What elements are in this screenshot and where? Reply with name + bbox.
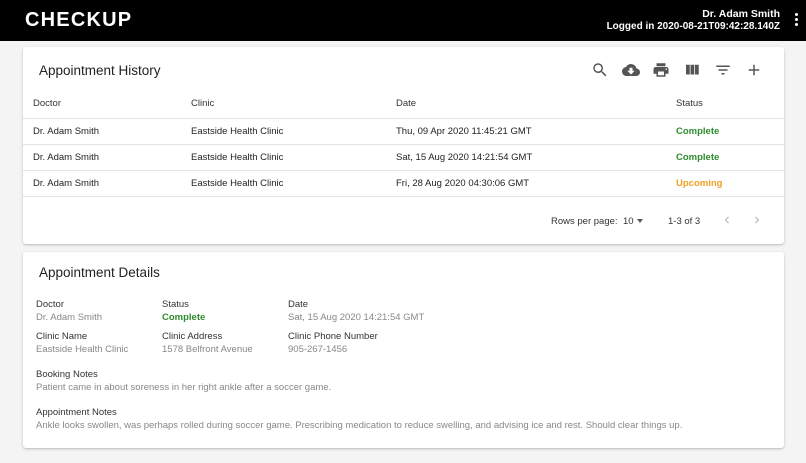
print-icon[interactable] bbox=[652, 61, 670, 79]
detail-clinic-phone: Clinic Phone Number 905-267-1456 bbox=[288, 331, 378, 355]
detail-value: 905-267-1456 bbox=[288, 344, 348, 355]
appointment-history-title: Appointment History bbox=[39, 63, 161, 78]
view-column-icon[interactable] bbox=[683, 61, 701, 79]
top-app-bar: CHECKUP Dr. Adam Smith Logged in 2020-08… bbox=[0, 0, 806, 41]
detail-date: Date Sat, 15 Aug 2020 14:21:54 GMT bbox=[288, 299, 424, 323]
login-timestamp: Logged in 2020-08-21T09:42:28.140Z bbox=[606, 21, 780, 32]
cell-clinic: Eastside Health Clinic bbox=[191, 178, 284, 189]
app-logo: CHECKUP bbox=[25, 9, 133, 31]
detail-value: Sat, 15 Aug 2020 14:21:54 GMT bbox=[288, 312, 425, 323]
rows-per-page-select[interactable]: 10 bbox=[623, 216, 634, 227]
table-pagination: Rows per page: 10 1-3 of 3 bbox=[23, 211, 784, 231]
chevron-right-icon[interactable] bbox=[750, 213, 764, 227]
user-name: Dr. Adam Smith bbox=[702, 8, 780, 20]
detail-appointment-notes: Appointment Notes Ankle looks swollen, w… bbox=[36, 407, 682, 431]
cell-status: Complete bbox=[676, 152, 720, 163]
table-row[interactable]: Dr. Adam Smith Eastside Health Clinic Sa… bbox=[23, 145, 784, 171]
cell-doctor: Dr. Adam Smith bbox=[33, 126, 99, 137]
cell-date: Fri, 28 Aug 2020 04:30:06 GMT bbox=[396, 178, 530, 189]
column-header-doctor[interactable]: Doctor bbox=[33, 89, 61, 119]
status-badge: Complete bbox=[162, 312, 206, 323]
rows-per-page-label: Rows per page: bbox=[551, 216, 618, 227]
arrow-drop-down-icon[interactable] bbox=[637, 219, 643, 223]
detail-label: Booking Notes bbox=[36, 369, 98, 380]
detail-label: Status bbox=[162, 299, 189, 310]
page-range: 1-3 of 3 bbox=[668, 216, 701, 227]
cell-doctor: Dr. Adam Smith bbox=[33, 178, 99, 189]
cell-date: Sat, 15 Aug 2020 14:21:54 GMT bbox=[396, 152, 533, 163]
detail-value: Eastside Health Clinic bbox=[36, 344, 129, 355]
filter-list-icon[interactable] bbox=[714, 61, 732, 79]
chevron-left-icon[interactable] bbox=[720, 213, 734, 227]
cell-date: Thu, 09 Apr 2020 11:45:21 GMT bbox=[396, 126, 532, 137]
detail-booking-notes: Booking Notes Patient came in about sore… bbox=[36, 369, 331, 393]
cell-status: Upcoming bbox=[676, 178, 723, 189]
detail-clinic-name: Clinic Name Eastside Health Clinic bbox=[36, 331, 128, 355]
detail-label: Appointment Notes bbox=[36, 407, 117, 418]
cell-clinic: Eastside Health Clinic bbox=[191, 152, 284, 163]
add-icon[interactable] bbox=[745, 61, 763, 79]
cell-status: Complete bbox=[676, 126, 720, 137]
column-header-status[interactable]: Status bbox=[676, 89, 703, 119]
column-header-clinic[interactable]: Clinic bbox=[191, 89, 214, 119]
table-row[interactable]: Dr. Adam Smith Eastside Health Clinic Th… bbox=[23, 119, 784, 145]
detail-doctor: Doctor Dr. Adam Smith bbox=[36, 299, 102, 323]
column-header-date[interactable]: Date bbox=[396, 89, 416, 119]
detail-label: Doctor bbox=[36, 299, 64, 310]
detail-status: Status Complete bbox=[162, 299, 205, 323]
detail-value: Dr. Adam Smith bbox=[36, 312, 102, 323]
detail-clinic-address: Clinic Address 1578 Belfront Avenue bbox=[162, 331, 253, 355]
detail-value: Patient came in about soreness in her ri… bbox=[36, 382, 332, 393]
detail-label: Clinic Name bbox=[36, 331, 88, 342]
detail-label: Date bbox=[288, 299, 309, 310]
appointment-details-title: Appointment Details bbox=[39, 265, 160, 280]
cell-clinic: Eastside Health Clinic bbox=[191, 126, 284, 137]
more-vert-icon[interactable] bbox=[792, 13, 800, 29]
appointment-details-card: Appointment Details Doctor Dr. Adam Smit… bbox=[23, 252, 784, 448]
cloud-download-icon[interactable] bbox=[622, 61, 640, 79]
detail-label: Clinic Address bbox=[162, 331, 223, 342]
table-row[interactable]: Dr. Adam Smith Eastside Health Clinic Fr… bbox=[23, 171, 784, 197]
detail-value: Ankle looks swollen, was perhaps rolled … bbox=[36, 420, 683, 431]
cell-doctor: Dr. Adam Smith bbox=[33, 152, 99, 163]
search-icon[interactable] bbox=[591, 61, 609, 79]
detail-label: Clinic Phone Number bbox=[288, 331, 378, 342]
appointment-history-card: Appointment History Doctor Clinic Date S… bbox=[23, 47, 784, 244]
detail-value: 1578 Belfront Avenue bbox=[162, 344, 253, 355]
table-header: Doctor Clinic Date Status bbox=[23, 89, 784, 119]
appointment-table: Doctor Clinic Date Status Dr. Adam Smith… bbox=[23, 89, 784, 197]
